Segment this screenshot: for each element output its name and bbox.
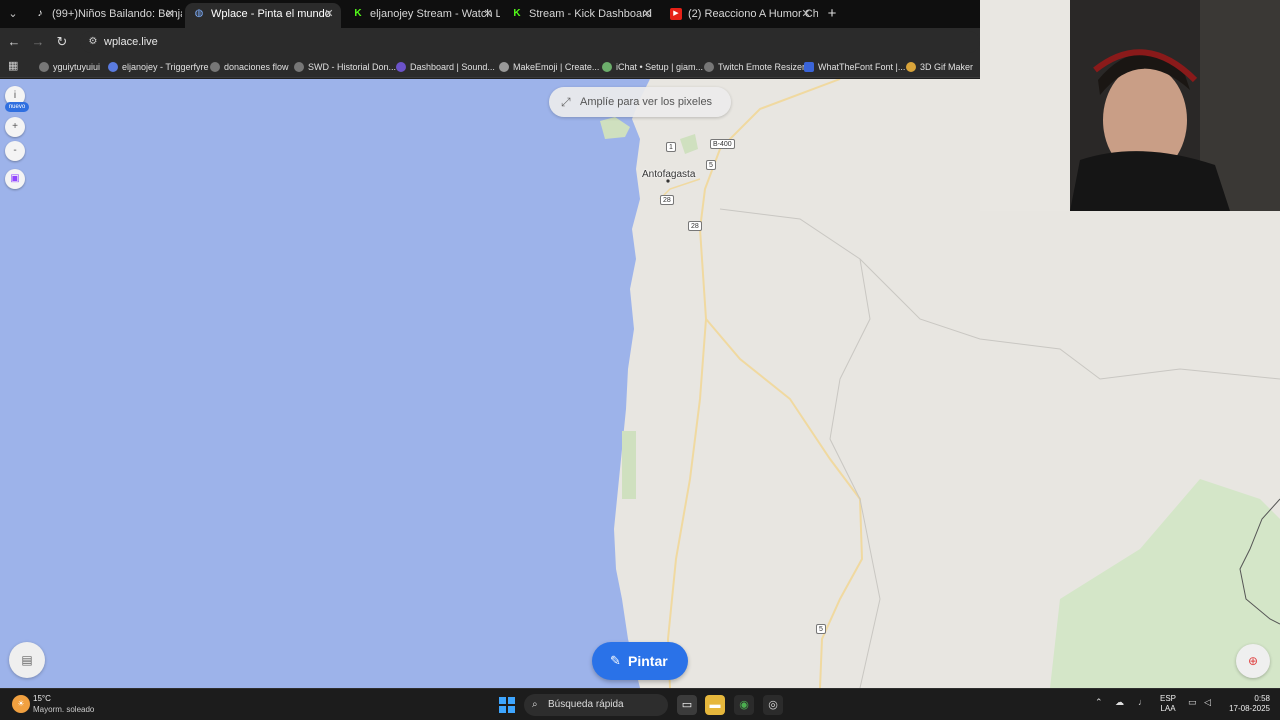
close-icon[interactable]: ✕	[323, 3, 335, 25]
close-icon[interactable]: ✕	[641, 3, 653, 25]
clock[interactable]: 0:58 17-08-2025	[1226, 694, 1270, 714]
triggerfyre-icon	[108, 62, 118, 72]
road-shield: 1	[666, 142, 676, 152]
taskbar: ☀ 15°C Mayorm. soleado ⌕ Búsqueda rápida…	[0, 688, 1280, 720]
tab-title: Stream - Kick Dashboard	[529, 8, 652, 20]
bookmark-item[interactable]: Dashboard | Sound...	[396, 59, 495, 75]
forward-button[interactable]: →	[30, 34, 46, 50]
speaker-icon[interactable]: ◁	[1204, 697, 1211, 708]
layers-button[interactable]: ▤	[9, 642, 45, 678]
language-indicator[interactable]: ESP LAA	[1160, 694, 1176, 714]
tab-youtube[interactable]: ▶ (2) Reacciono A Humor Chileno ✕	[662, 3, 818, 25]
twitch-button[interactable]: ▣	[5, 169, 25, 189]
bookmark-item[interactable]: yguiytuyuiui	[39, 59, 100, 75]
paint-button-label: Pintar	[628, 653, 668, 669]
chrome-icon[interactable]: ◉	[734, 695, 754, 715]
tab-title: (2) Reacciono A Humor Chileno	[688, 8, 818, 20]
back-button[interactable]: ←	[6, 34, 22, 50]
zoom-in-icon: ⤢	[561, 95, 571, 109]
tab-tiktok[interactable]: ♪ (99+)Niños Bailando: Benja y Er ✕	[26, 3, 183, 25]
bookmark-item[interactable]: iChat • Setup | giam...	[602, 59, 703, 75]
address-bar[interactable]: ⚙ wplace.live	[80, 31, 980, 53]
tab-title: Wplace - Pinta el mundo	[211, 8, 331, 20]
tab-kick-dashboard[interactable]: K Stream - Kick Dashboard ✕	[503, 3, 659, 25]
close-icon[interactable]: ✕	[800, 3, 812, 25]
new-badge: nuevo	[5, 102, 29, 112]
layers-icon: ▤	[21, 653, 33, 667]
start-button[interactable]	[499, 697, 515, 713]
site-info-icon[interactable]: ⚙	[86, 35, 100, 49]
info-icon: i	[13, 90, 17, 101]
globe-icon	[39, 62, 49, 72]
road-shield: B-400	[710, 139, 735, 149]
streamer-camera	[980, 0, 1280, 211]
tab-title: eljanojey Stream - Watch Live o	[370, 8, 500, 20]
weather-icon[interactable]: ☀	[12, 695, 30, 713]
bookmark-item[interactable]: MakeEmoji | Create...	[499, 59, 599, 75]
weather-description: Mayorm. soleado	[33, 705, 95, 714]
search-icon: ⌕	[532, 699, 538, 710]
apps-grid-icon[interactable]: ▦	[8, 60, 20, 72]
bookmark-item[interactable]: Twitch Emote Resizer	[704, 59, 805, 75]
globe-icon	[210, 62, 220, 72]
locate-button[interactable]: ⊕	[1236, 644, 1270, 678]
chevron-up-icon[interactable]: ⌃	[1095, 697, 1103, 708]
globe-icon: ◍	[194, 8, 204, 19]
tab-wplace[interactable]: ◍ Wplace - Pinta el mundo ✕	[185, 3, 341, 28]
tab-title: (99+)Niños Bailando: Benja y Er	[52, 8, 182, 20]
close-icon[interactable]: ✕	[164, 3, 176, 25]
road-shield: 5	[816, 624, 826, 634]
tab-search-button[interactable]: ⌄	[4, 5, 22, 23]
gif-maker-icon	[906, 62, 916, 72]
location-icon: ⊕	[1247, 654, 1259, 668]
kick-icon: K	[354, 8, 362, 19]
brush-icon: ✎	[610, 653, 621, 668]
tiktok-icon: ♪	[37, 8, 43, 19]
weather-temperature: 15°C	[33, 694, 51, 703]
url-text: wplace.live	[104, 36, 158, 48]
paint-button[interactable]: ✎ Pintar	[592, 642, 688, 680]
zoom-out-button[interactable]: -	[5, 141, 25, 161]
bookmark-item[interactable]: WhatTheFont Font |...	[804, 59, 905, 75]
obs-icon[interactable]: ◎	[763, 695, 783, 715]
close-icon[interactable]: ✕	[482, 3, 494, 25]
park-area	[622, 431, 636, 499]
sea-area	[0, 79, 650, 688]
whatthefont-icon	[804, 62, 814, 72]
bookmark-item[interactable]: eljanojey - Triggerfyre	[108, 59, 209, 75]
soundalerts-icon	[396, 62, 406, 72]
bookmark-item[interactable]: 3D Gif Maker	[906, 59, 973, 75]
reload-button[interactable]: ↻	[54, 34, 70, 50]
zoom-in-button[interactable]: +	[5, 117, 25, 137]
search-placeholder: Búsqueda rápida	[548, 699, 624, 710]
road-shield: 28	[688, 221, 702, 231]
cloud-icon[interactable]: ☁	[1115, 697, 1124, 708]
new-tab-button[interactable]: +	[823, 5, 841, 23]
network-icon[interactable]: ▭	[1188, 697, 1197, 708]
globe-icon	[294, 62, 304, 72]
bookmark-item[interactable]: SWD - Historial Don...	[294, 59, 396, 75]
zoom-hint-label: Amplíe para ver los pixeles	[580, 96, 713, 108]
city-label: Antofagasta	[642, 169, 696, 180]
taskbar-search[interactable]: ⌕ Búsqueda rápida	[524, 694, 668, 716]
plus-icon: +	[12, 121, 18, 132]
minus-icon: -	[13, 145, 17, 156]
road-shield: 28	[660, 195, 674, 205]
kick-icon: K	[513, 8, 521, 19]
microphone-icon[interactable]: ♩	[1138, 697, 1147, 707]
zoom-hint-button[interactable]: ⤢ Amplíe para ver los pixeles	[549, 87, 731, 117]
road-shield: 5	[706, 160, 716, 170]
bookmark-item[interactable]: donaciones flow	[210, 59, 289, 75]
youtube-icon: ▶	[670, 8, 682, 20]
cat-icon	[499, 62, 509, 72]
file-explorer-icon[interactable]: ▬	[705, 695, 725, 715]
task-view-icon[interactable]: ▭	[677, 695, 697, 715]
twitch-icon: ▣	[10, 173, 20, 184]
tab-kick-watch[interactable]: K eljanojey Stream - Watch Live o ✕	[344, 3, 500, 25]
webcam-overlay	[980, 0, 1280, 211]
chat-icon	[602, 62, 612, 72]
globe-icon	[704, 62, 714, 72]
